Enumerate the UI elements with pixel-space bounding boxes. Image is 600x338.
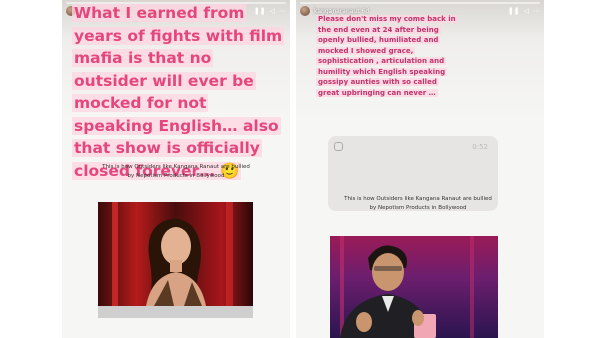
mute-icon[interactable]: ◁ bbox=[524, 6, 529, 16]
story-text: Please don't miss my come back in the en… bbox=[316, 14, 458, 98]
story-left: kanganaranaut 6d ❚❚ ◁ ⋯ What I earned fr… bbox=[62, 0, 290, 338]
post-caption: This is how Outsiders like Kangana Ranau… bbox=[344, 196, 492, 211]
story-progress-bar bbox=[300, 2, 540, 4]
story-text: What I earned from years of fights with … bbox=[72, 2, 287, 182]
post-photo bbox=[98, 202, 253, 318]
man-photo bbox=[340, 236, 474, 338]
instagram-icon bbox=[334, 142, 343, 151]
woman-photo bbox=[98, 202, 253, 318]
story-controls: ❚❚ ◁ ⋯ bbox=[508, 6, 540, 16]
story-text-content: Please don't miss my come back in the en… bbox=[316, 15, 458, 97]
story-right: kanganaranaut 6d ❚❚ ◁ ⋯ Please don't mis… bbox=[296, 0, 544, 338]
more-icon[interactable]: ⋯ bbox=[533, 6, 540, 16]
story-text-content: What I earned from years of fights with … bbox=[72, 4, 285, 180]
post-caption: This is how Outsiders like Kangana Ranau… bbox=[102, 164, 250, 179]
pause-icon[interactable]: ❚❚ bbox=[508, 6, 520, 16]
post-photo bbox=[330, 236, 498, 338]
video-duration: 0:52 bbox=[472, 143, 488, 151]
avatar[interactable] bbox=[300, 6, 310, 16]
